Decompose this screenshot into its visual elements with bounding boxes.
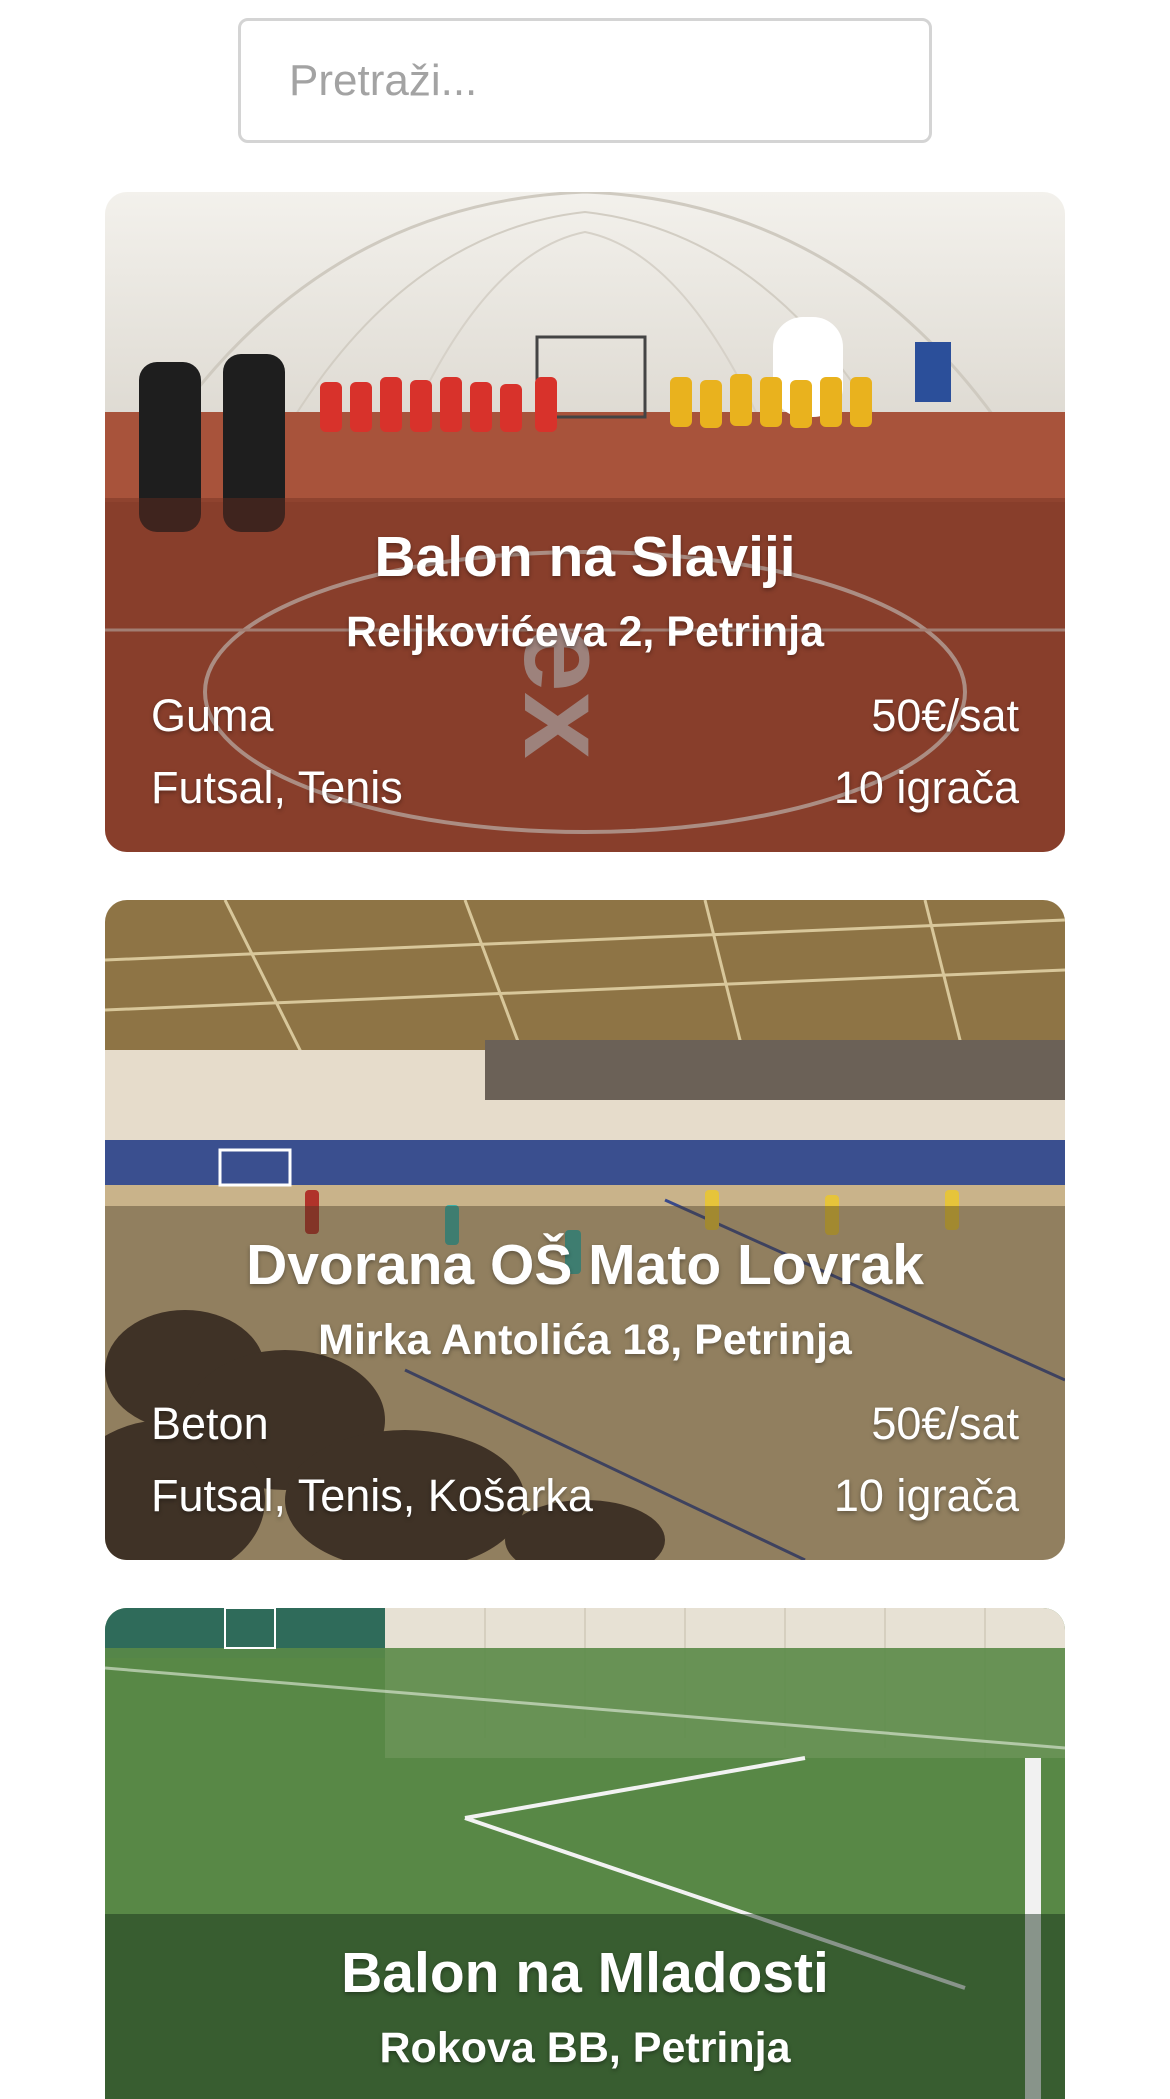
search-input[interactable] — [238, 18, 932, 143]
venue-sports: Futsal, Tenis, Košarka — [151, 1470, 593, 1521]
venue-price: 50€/sat — [871, 690, 1019, 741]
venue-address: Mirka Antolića 18, Petrinja — [318, 1316, 852, 1364]
venue-name: Dvorana OŠ Mato Lovrak — [246, 1233, 924, 1297]
venue-details-row: Guma 50€/sat — [151, 690, 1019, 742]
venue-details-row: Futsal, Tenis 10 igrača — [151, 762, 1019, 814]
venue-price: 50€/sat — [871, 1398, 1019, 1449]
venue-players: 10 igrača — [833, 1470, 1019, 1521]
venue-card[interactable]: Balon na Mladosti Rokova BB, Petrinja — [105, 1608, 1065, 2099]
venue-name: Balon na Mladosti — [341, 1941, 829, 2005]
venue-surface: Guma — [151, 690, 274, 741]
venue-details-row: Beton 50€/sat — [151, 1398, 1019, 1450]
venue-address: Reljkovićeva 2, Petrinja — [345, 608, 825, 656]
venue-address: Rokova BB, Petrinja — [379, 2024, 791, 2072]
venue-players: 10 igrača — [833, 762, 1019, 813]
venue-sports: Futsal, Tenis — [151, 762, 403, 813]
venue-details-row: Futsal, Tenis, Košarka 10 igrača — [151, 1470, 1019, 1522]
search-bar — [238, 18, 932, 143]
venue-card[interactable]: ex Balon na Slaviji Reljkovićeva 2, Petr… — [105, 192, 1065, 852]
venue-name: Balon na Slaviji — [374, 525, 796, 589]
venue-list-page: ex Balon — [0, 0, 1170, 2099]
venue-surface: Beton — [151, 1398, 269, 1449]
venue-card[interactable]: Dvorana OŠ Mato Lovrak Mirka Antolića 18… — [105, 900, 1065, 1560]
